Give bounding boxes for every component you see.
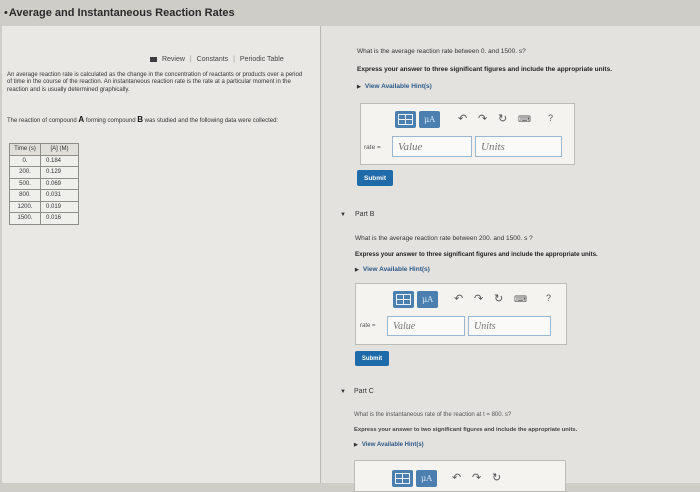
undo-icon[interactable]: ↶ [458, 112, 467, 125]
submit-button[interactable]: Submit [355, 351, 389, 366]
templates-button[interactable] [392, 470, 413, 487]
collapse-triangle-icon[interactable]: ▼ [340, 212, 346, 218]
review-book-icon [150, 56, 157, 62]
data-table: Time (s) [A] (M) 0. 0.184 200. 0.129 500. 0… [9, 143, 79, 225]
part-a-hint-link[interactable]: ▶ View Available Hint(s) [357, 83, 432, 90]
part-a-instruction: Express your answer to three significant… [357, 66, 612, 73]
review-bar: Review | Constants | Periodic Table [150, 56, 284, 63]
table-row: 200. 0.129 [9, 166, 79, 179]
submit-button[interactable]: Submit [357, 170, 393, 186]
help-icon[interactable]: ? [546, 293, 551, 303]
expand-triangle-icon: ▶ [355, 267, 359, 273]
review-link[interactable]: Review [162, 56, 185, 63]
undo-icon[interactable]: ↶ [454, 292, 463, 305]
part-c-hint-link[interactable]: ▶ View Available Hint(s) [354, 442, 424, 448]
part-b-hint-link[interactable]: ▶ View Available Hint(s) [355, 266, 430, 273]
units-button[interactable]: μA [417, 291, 438, 308]
reset-icon[interactable]: ↻ [494, 292, 503, 305]
intro-paragraph: An average reaction rate is calculated a… [7, 72, 303, 93]
page-title: •Average and Instantaneous Reaction Rate… [4, 7, 235, 19]
periodic-table-link[interactable]: Periodic Table [240, 56, 284, 63]
value-input[interactable] [392, 136, 472, 157]
part-b-question: What is the average reaction rate betwee… [355, 235, 533, 242]
part-c-question: What is the instantaneous rate of the re… [354, 412, 512, 418]
keyboard-icon[interactable]: ⌨ [518, 114, 531, 125]
table-row: 800. 0.031 [9, 189, 79, 202]
part-a-question: What is the average reaction rate betwee… [357, 48, 526, 55]
constants-link[interactable]: Constants [197, 56, 229, 63]
table-row: 500. 0.069 [9, 177, 79, 190]
templates-button[interactable] [393, 291, 414, 308]
help-icon[interactable]: ? [548, 113, 553, 123]
redo-icon[interactable]: ↷ [472, 471, 481, 484]
templates-button[interactable] [395, 111, 416, 128]
rate-label: rate = [360, 323, 376, 329]
compound-a: A [78, 115, 85, 124]
table-header-time: Time (s) [9, 143, 41, 156]
reset-icon[interactable]: ↻ [498, 112, 507, 125]
part-c-instruction: Express your answer to two significant f… [354, 427, 578, 433]
table-header-concentration: [A] (M) [40, 143, 79, 156]
table-row: 1500. 0.016 [9, 212, 79, 225]
units-button[interactable]: μA [419, 111, 440, 128]
expand-triangle-icon: ▶ [354, 442, 358, 448]
reset-icon[interactable]: ↻ [492, 471, 501, 484]
compound-b: B [137, 115, 143, 124]
redo-icon[interactable]: ↷ [478, 112, 487, 125]
collapse-triangle-icon[interactable]: ▼ [340, 389, 346, 395]
part-b-label[interactable]: Part B [355, 211, 374, 218]
part-b-instruction: Express your answer to three significant… [355, 251, 598, 258]
units-button[interactable]: μA [416, 470, 437, 487]
value-input[interactable] [387, 316, 465, 336]
expand-triangle-icon: ▶ [357, 84, 361, 90]
problem-panel [2, 26, 320, 483]
table-row: 1200. 0.019 [9, 200, 79, 213]
rate-label: rate = [364, 144, 381, 151]
redo-icon[interactable]: ↷ [474, 292, 483, 305]
part-c-label[interactable]: Part C [354, 388, 374, 395]
table-row: 0. 0.184 [9, 154, 79, 167]
reaction-description: The reaction of compound A forming compo… [7, 115, 279, 125]
units-input[interactable] [475, 136, 562, 157]
units-input[interactable] [468, 316, 551, 336]
undo-icon[interactable]: ↶ [452, 471, 461, 484]
keyboard-icon[interactable]: ⌨ [514, 294, 527, 305]
